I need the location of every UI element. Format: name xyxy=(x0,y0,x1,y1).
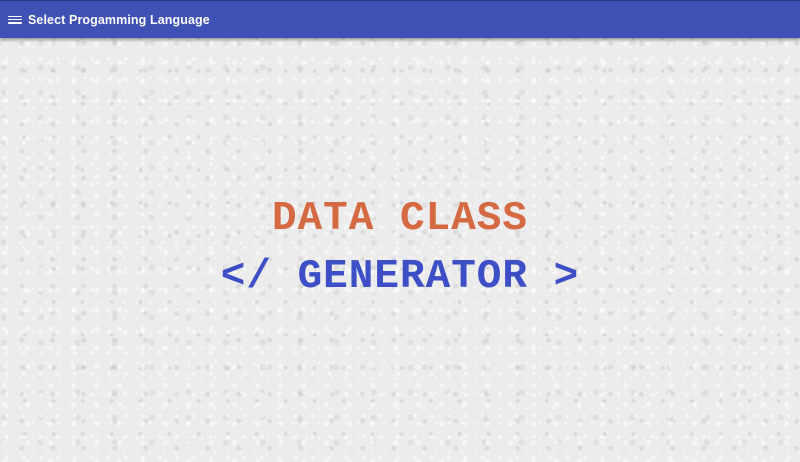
app-bar-title[interactable]: Select Progamming Language xyxy=(28,13,210,27)
hero-title-data-class: DATA CLASS xyxy=(271,196,529,242)
hero-title-generator: </ GENERATOR > xyxy=(220,254,580,300)
hamburger-menu-icon[interactable] xyxy=(8,14,22,26)
app-bar: Select Progamming Language xyxy=(0,0,800,38)
